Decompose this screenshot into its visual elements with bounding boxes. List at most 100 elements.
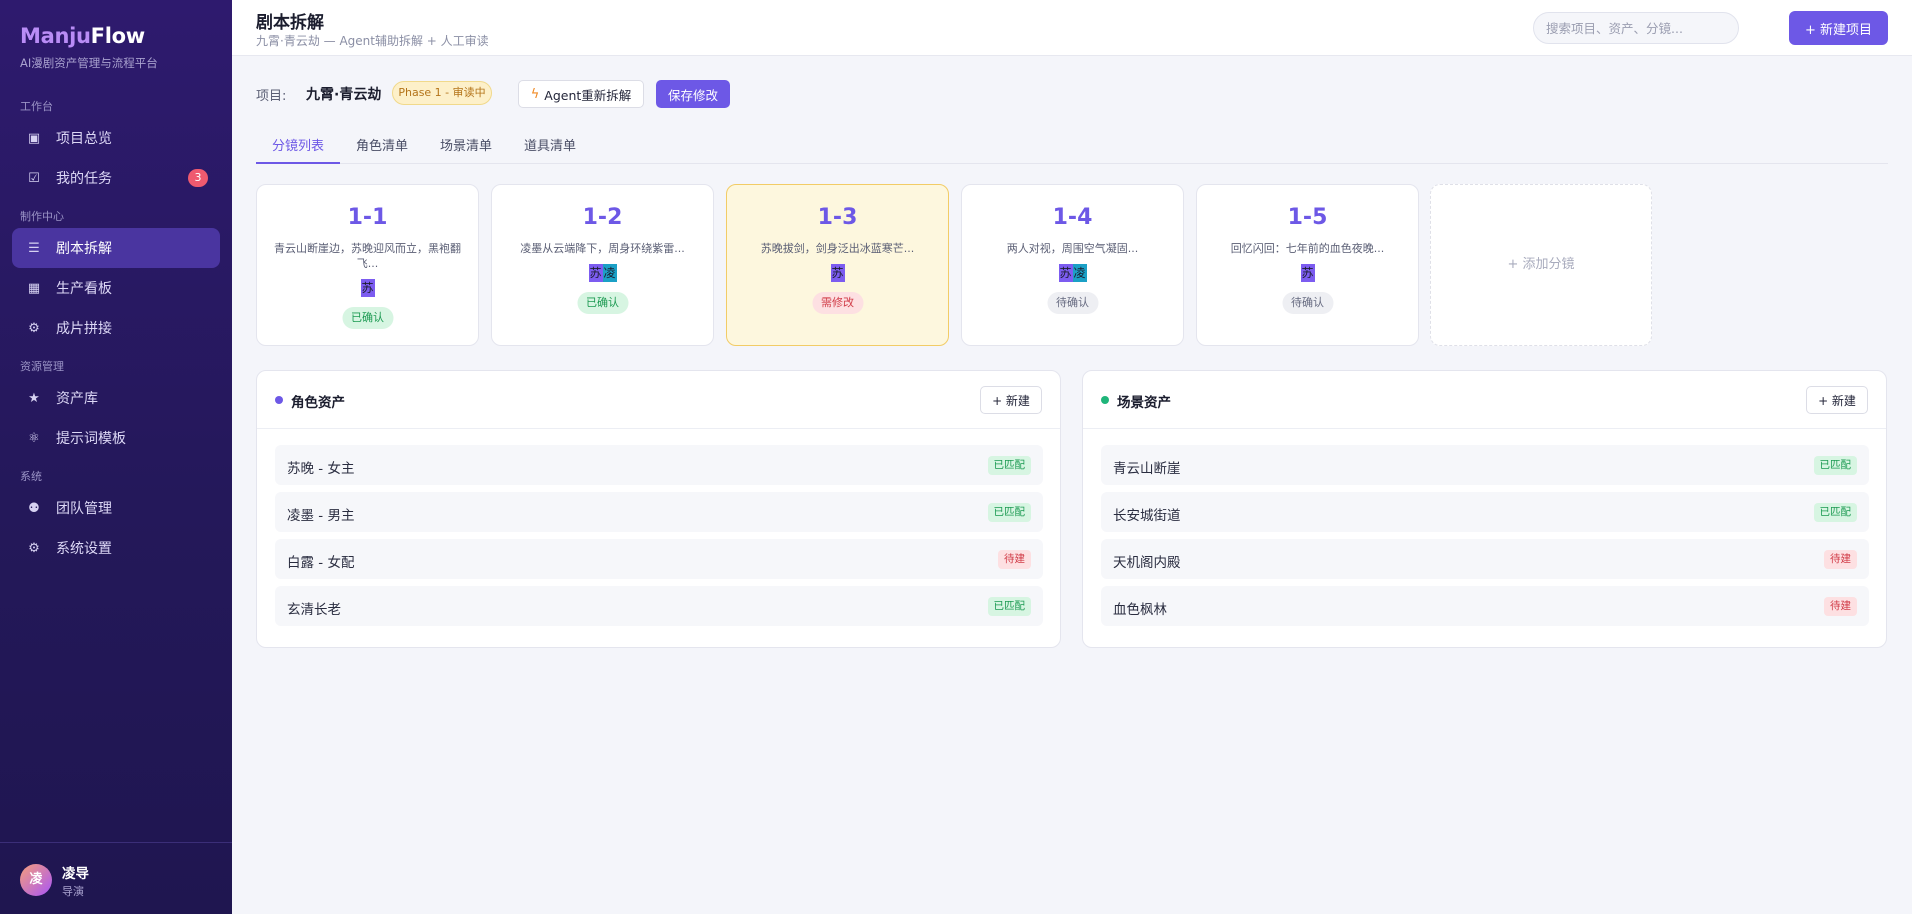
nav-section-system: 系统 (20, 470, 42, 483)
nav-section-production: 制作中心 (20, 210, 64, 223)
shot-card[interactable]: 1-2 凌墨从云端降下，周身环绕紫雷... 苏 凌 已确认 (491, 184, 714, 346)
sidebar-item-label: 系统设置 (56, 541, 112, 557)
list-item[interactable]: 凌墨 - 男主 已匹配 (275, 492, 1043, 532)
shot-id: 1-4 (1052, 205, 1093, 230)
character-chip: 苏 (588, 264, 603, 282)
character-chip: 凌 (1072, 264, 1087, 282)
sidebar-item-script-breakdown[interactable]: ☰ 剧本拆解 (12, 228, 220, 268)
status-badge: 已匹配 (987, 503, 1031, 522)
shot-status: 待确认 (1282, 292, 1333, 314)
user-name: 凌导 (62, 866, 89, 882)
shot-characters: 苏 凌 (492, 264, 713, 282)
tab-scene-list[interactable]: 场景清单 (424, 136, 508, 164)
nav-section-resources: 资源管理 (20, 360, 64, 373)
page-subtitle: 九霄·青云劫 — Agent辅助拆解 + 人工审读 (256, 34, 489, 48)
new-scene-button[interactable]: + 新建 (1806, 386, 1868, 414)
project-name: 九霄·青云劫 (306, 87, 382, 103)
shot-card[interactable]: 1-5 回忆闪回：七年前的血色夜晚... 苏 待确认 (1196, 184, 1419, 346)
status-badge: 待建 (998, 550, 1031, 569)
lightning-icon: ϟ (530, 86, 540, 102)
status-badge: 已匹配 (1813, 503, 1857, 522)
app-logo[interactable]: ManjuFlow (20, 24, 145, 48)
asset-name: 血色枫林 (1113, 602, 1167, 618)
sidebar-item-project-overview[interactable]: ▣ 项目总览 (12, 118, 220, 158)
shot-characters: 苏 (727, 264, 948, 282)
panel-header: 角色资产 + 新建 (257, 371, 1060, 429)
sidebar-item-asset-library[interactable]: ★ 资产库 (12, 378, 220, 418)
tab-storyboard-list[interactable]: 分镜列表 (256, 136, 341, 164)
list-item[interactable]: 血色枫林 待建 (1101, 586, 1869, 626)
list-item[interactable]: 玄清长老 已匹配 (275, 586, 1043, 626)
list-item[interactable]: 苏晚 - 女主 已匹配 (275, 445, 1043, 485)
tab-bar: 分镜列表 角色清单 场景清单 道具清单 (256, 134, 1888, 164)
character-chip: 苏 (830, 264, 845, 282)
checkbox-icon: ☑ (28, 170, 40, 186)
sidebar-item-prompt-templates[interactable]: ⚛ 提示词模板 (12, 418, 220, 458)
panel-title: 场景资产 (1117, 395, 1171, 411)
sidebar-item-system-settings[interactable]: ⚙ 系统设置 (12, 528, 220, 568)
sidebar-item-production-board[interactable]: ▦ 生产看板 (12, 268, 220, 308)
shot-card[interactable]: 1-3 苏晚拔剑，剑身泛出冰蓝寒芒... 苏 需修改 (726, 184, 949, 346)
dot-icon (275, 396, 283, 404)
save-button[interactable]: 保存修改 (656, 80, 730, 108)
asset-name: 苏晚 - 女主 (287, 461, 355, 477)
sidebar-item-label: 项目总览 (56, 131, 112, 147)
new-project-button[interactable]: + 新建项目 (1789, 11, 1888, 45)
shot-status: 已确认 (342, 307, 393, 329)
shot-card[interactable]: 1-4 两人对视，周围空气凝固... 苏 凌 待确认 (961, 184, 1184, 346)
user-role: 导演 (62, 885, 84, 898)
task-count-badge: 3 (188, 169, 208, 187)
sidebar-item-team-management[interactable]: ⚉ 团队管理 (12, 488, 220, 528)
agent-rebreakdown-label: Agent重新拆解 (544, 87, 632, 103)
list-item[interactable]: 白露 - 女配 待建 (275, 539, 1043, 579)
sidebar-item-label: 成片拼接 (56, 321, 112, 337)
list-icon: ☰ (28, 240, 40, 256)
status-badge: 已匹配 (987, 456, 1031, 475)
shot-characters: 苏 (257, 279, 478, 297)
new-character-button[interactable]: + 新建 (980, 386, 1042, 414)
asset-name: 凌墨 - 男主 (287, 508, 355, 524)
shot-characters: 苏 (1197, 264, 1418, 282)
avatar[interactable]: 凌 (20, 864, 52, 896)
sidebar: ManjuFlow AI漫剧资产管理与流程平台 工作台 ▣ 项目总览 ☑ 我的任… (0, 0, 232, 914)
user-profile[interactable]: 凌 凌导 导演 (0, 842, 232, 914)
asset-name: 玄清长老 (287, 602, 341, 618)
add-shot-button[interactable]: + 添加分镜 (1430, 184, 1652, 346)
shot-id: 1-5 (1287, 205, 1328, 230)
page-title: 剧本拆解 (256, 13, 324, 33)
panel-header: 场景资产 + 新建 (1083, 371, 1886, 429)
top-bar: 剧本拆解 九霄·青云劫 — Agent辅助拆解 + 人工审读 + 新建项目 (232, 0, 1912, 56)
list-item[interactable]: 天机阁内殿 待建 (1101, 539, 1869, 579)
search-input[interactable] (1533, 12, 1739, 44)
grid-icon: ▦ (27, 280, 41, 296)
sidebar-item-final-assembly[interactable]: ⚙ 成片拼接 (12, 308, 220, 348)
app-tagline: AI漫剧资产管理与流程平台 (20, 56, 158, 70)
character-chip: 凌 (602, 264, 617, 282)
asset-name: 青云山断崖 (1113, 461, 1181, 477)
sidebar-item-label: 剧本拆解 (56, 241, 112, 257)
shot-status: 待确认 (1047, 292, 1098, 314)
list-item[interactable]: 青云山断崖 已匹配 (1101, 445, 1869, 485)
list-item[interactable]: 长安城街道 已匹配 (1101, 492, 1869, 532)
shot-description: 青云山断崖边，苏晚迎风而立，黑袍翻飞... (274, 242, 461, 270)
status-badge: 待建 (1824, 597, 1857, 616)
nav-section-workspace: 工作台 (20, 100, 53, 113)
tab-character-list[interactable]: 角色清单 (340, 136, 424, 164)
tab-prop-list[interactable]: 道具清单 (508, 136, 592, 164)
scene-assets-panel: 场景资产 + 新建 青云山断崖 已匹配 长安城街道 已匹配 天机阁内殿 待建 血… (1082, 370, 1887, 648)
character-assets-panel: 角色资产 + 新建 苏晚 - 女主 已匹配 凌墨 - 男主 已匹配 白露 - 女… (256, 370, 1061, 648)
character-chip: 苏 (1058, 264, 1073, 282)
shot-description: 回忆闪回：七年前的血色夜晚... (1230, 242, 1385, 255)
dashboard-icon: ▣ (27, 130, 41, 146)
status-badge: Phase 1 - 审读中 (392, 81, 492, 105)
status-badge: 已匹配 (987, 597, 1031, 616)
sidebar-item-my-tasks[interactable]: ☑ 我的任务 3 (12, 158, 220, 198)
asset-name: 长安城街道 (1113, 508, 1181, 524)
sidebar-item-label: 提示词模板 (56, 431, 126, 447)
shot-characters: 苏 凌 (962, 264, 1183, 282)
sidebar-item-label: 资产库 (56, 391, 98, 407)
shot-card[interactable]: 1-1 青云山断崖边，苏晚迎风而立，黑袍翻飞... 苏 已确认 (256, 184, 479, 346)
agent-rebreakdown-button[interactable]: ϟ Agent重新拆解 (518, 80, 644, 108)
shot-description: 两人对视，周围空气凝固... (1006, 242, 1139, 255)
shot-description: 苏晚拔剑，剑身泛出冰蓝寒芒... (760, 242, 915, 255)
